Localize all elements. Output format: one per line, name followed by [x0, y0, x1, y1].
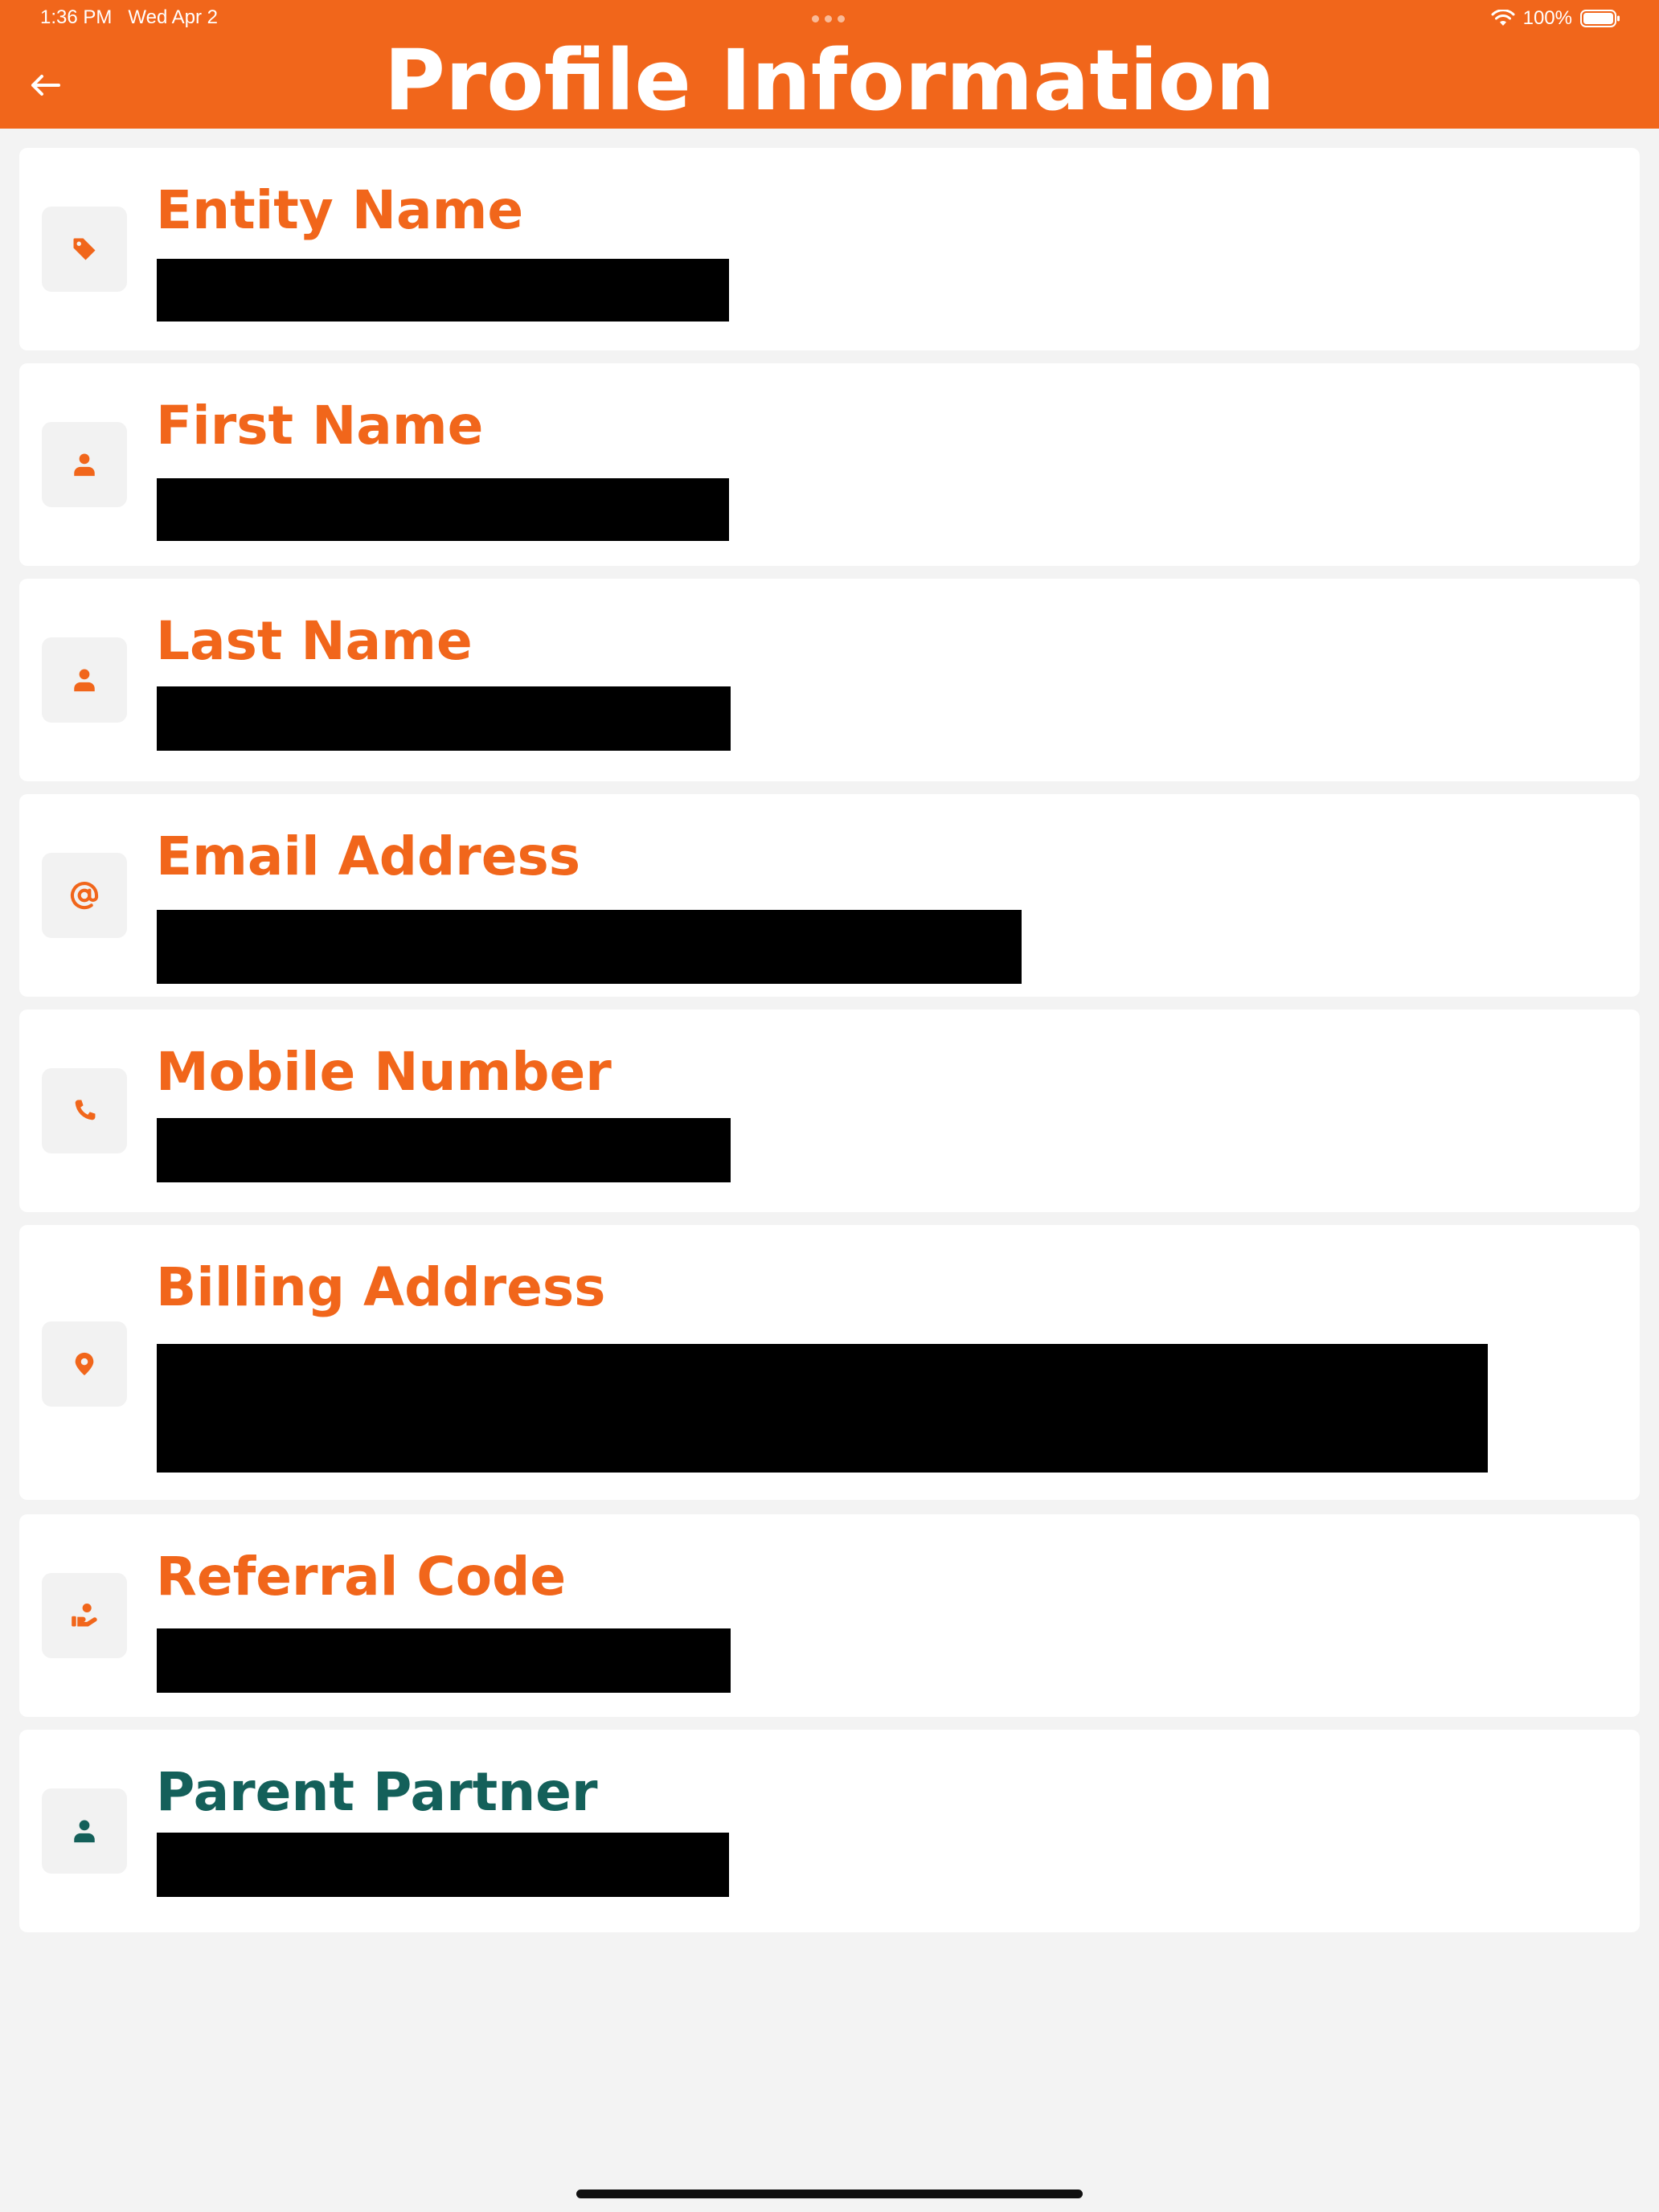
last-name-label: Last Name — [156, 610, 473, 672]
multitasking-dots[interactable] — [812, 15, 845, 23]
user-icon — [74, 669, 95, 692]
email-address-card: Email Address — [19, 794, 1640, 997]
location-pin-icon — [75, 1352, 94, 1376]
entity-name-card: Entity Name — [19, 148, 1640, 350]
email-address-icon-box — [42, 853, 127, 938]
first-name-value — [157, 478, 729, 541]
tag-icon — [73, 238, 96, 260]
app-header: 1:36 PM Wed Apr 2 100% Profile Informati… — [0, 0, 1659, 129]
hand-user-icon — [72, 1603, 97, 1627]
status-date: Wed Apr 2 — [128, 6, 219, 28]
referral-code-card: Referral Code — [19, 1514, 1640, 1717]
status-time: 1:36 PM Wed Apr 2 — [40, 6, 218, 29]
last-name-value — [157, 686, 731, 751]
entity-name-label: Entity Name — [156, 179, 524, 241]
mobile-number-icon-box — [42, 1068, 127, 1153]
last-name-icon-box — [42, 637, 127, 723]
billing-address-card: Billing Address — [19, 1225, 1640, 1500]
referral-code-value — [157, 1628, 731, 1693]
battery-percent: 100% — [1522, 7, 1572, 29]
wifi-icon — [1491, 10, 1515, 26]
referral-code-icon-box — [42, 1573, 127, 1658]
entity-name-value — [157, 259, 729, 322]
parent-partner-label: Parent Partner — [156, 1761, 598, 1823]
mobile-number-card: Mobile Number — [19, 1010, 1640, 1212]
user-icon — [74, 453, 95, 477]
entity-name-icon-box — [42, 207, 127, 292]
first-name-label: First Name — [156, 395, 484, 457]
referral-code-label: Referral Code — [156, 1546, 567, 1608]
at-sign-icon — [70, 882, 99, 910]
page-title: Profile Information — [383, 31, 1276, 129]
user-icon — [74, 1820, 95, 1843]
email-address-value — [157, 910, 1022, 984]
phone-icon — [75, 1100, 96, 1120]
first-name-icon-box — [42, 422, 127, 507]
parent-partner-card: Parent Partner — [19, 1730, 1640, 1932]
mobile-number-label: Mobile Number — [156, 1041, 612, 1103]
mobile-number-value — [157, 1118, 731, 1182]
parent-partner-value — [157, 1833, 729, 1897]
battery-icon — [1580, 10, 1620, 27]
billing-address-value — [157, 1344, 1488, 1473]
parent-partner-icon-box — [42, 1788, 127, 1874]
home-indicator[interactable] — [576, 2189, 1083, 2198]
first-name-card: First Name — [19, 363, 1640, 566]
status-clock: 1:36 PM — [40, 6, 113, 28]
billing-address-icon-box — [42, 1321, 127, 1407]
status-indicators: 100% — [1491, 5, 1620, 32]
last-name-card: Last Name — [19, 579, 1640, 781]
email-address-label: Email Address — [156, 825, 581, 887]
billing-address-label: Billing Address — [156, 1256, 606, 1318]
